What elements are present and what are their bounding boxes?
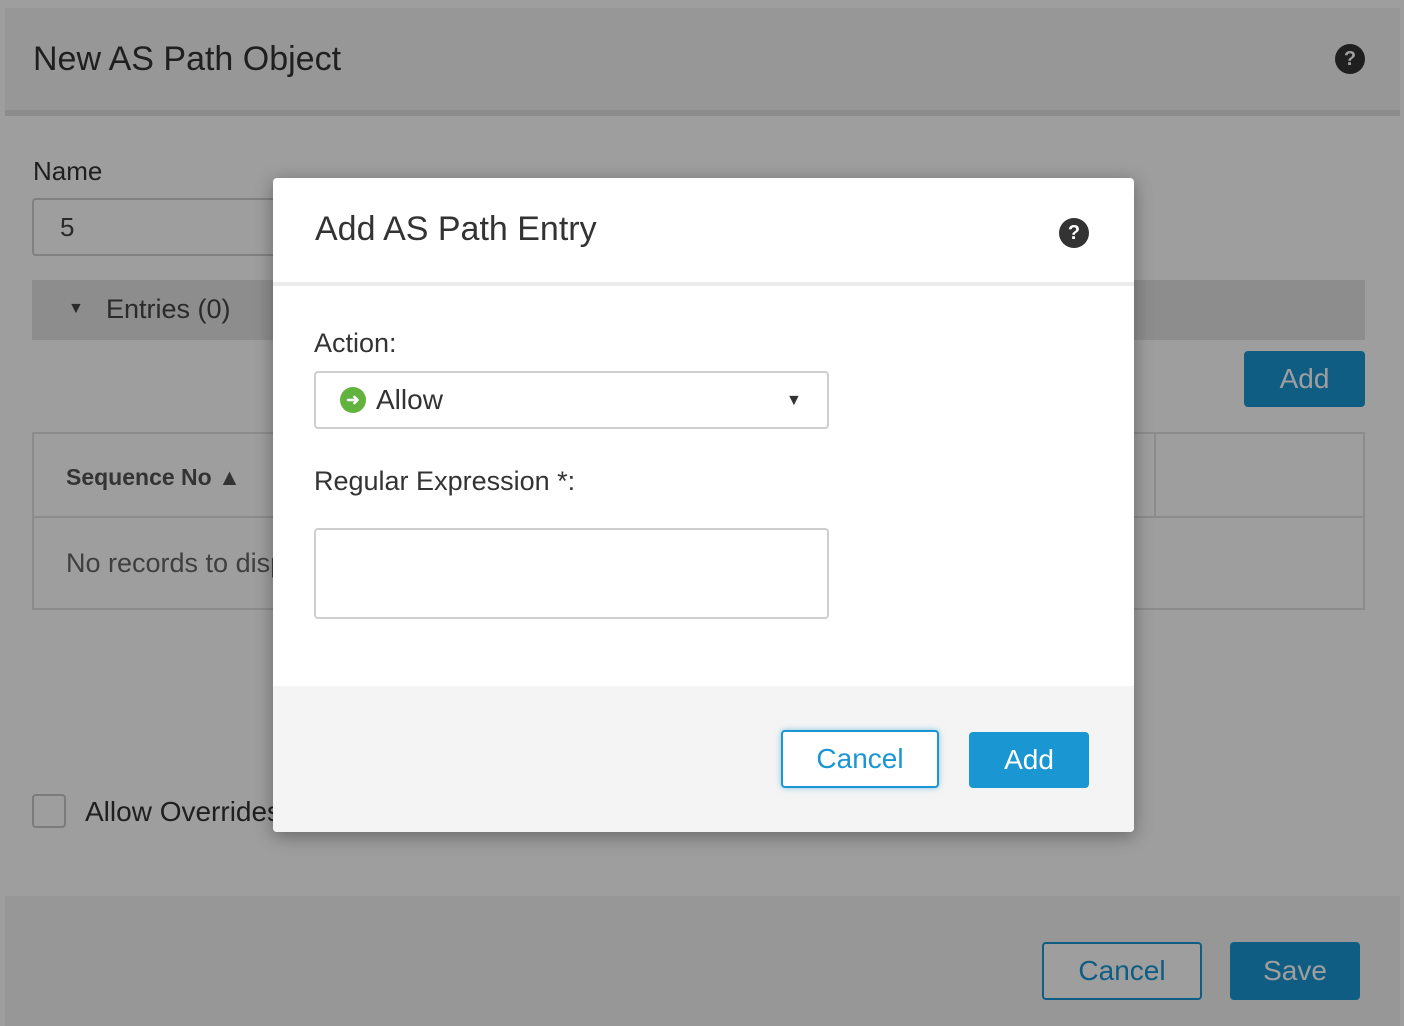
modal-header: Add AS Path Entry ? xyxy=(273,178,1134,286)
modal-footer: Cancel Add xyxy=(273,686,1134,832)
regular-expression-input[interactable] xyxy=(314,528,829,619)
arrow-right-circle-icon: ➜ xyxy=(340,387,366,413)
regular-expression-label: Regular Expression *: xyxy=(314,466,576,496)
caret-down-icon: ▼ xyxy=(786,392,802,409)
action-label: Action: xyxy=(314,328,397,358)
help-icon[interactable]: ? xyxy=(1059,218,1089,248)
add-as-path-entry-dialog: Add AS Path Entry ? Action: ➜ Allow ▼ Re… xyxy=(273,178,1134,832)
add-button[interactable]: Add xyxy=(969,732,1089,788)
cancel-button[interactable]: Cancel xyxy=(781,730,939,788)
modal-title: Add AS Path Entry xyxy=(315,210,597,248)
action-selected-value: Allow xyxy=(376,384,443,415)
action-select[interactable]: ➜ Allow ▼ xyxy=(314,371,829,429)
